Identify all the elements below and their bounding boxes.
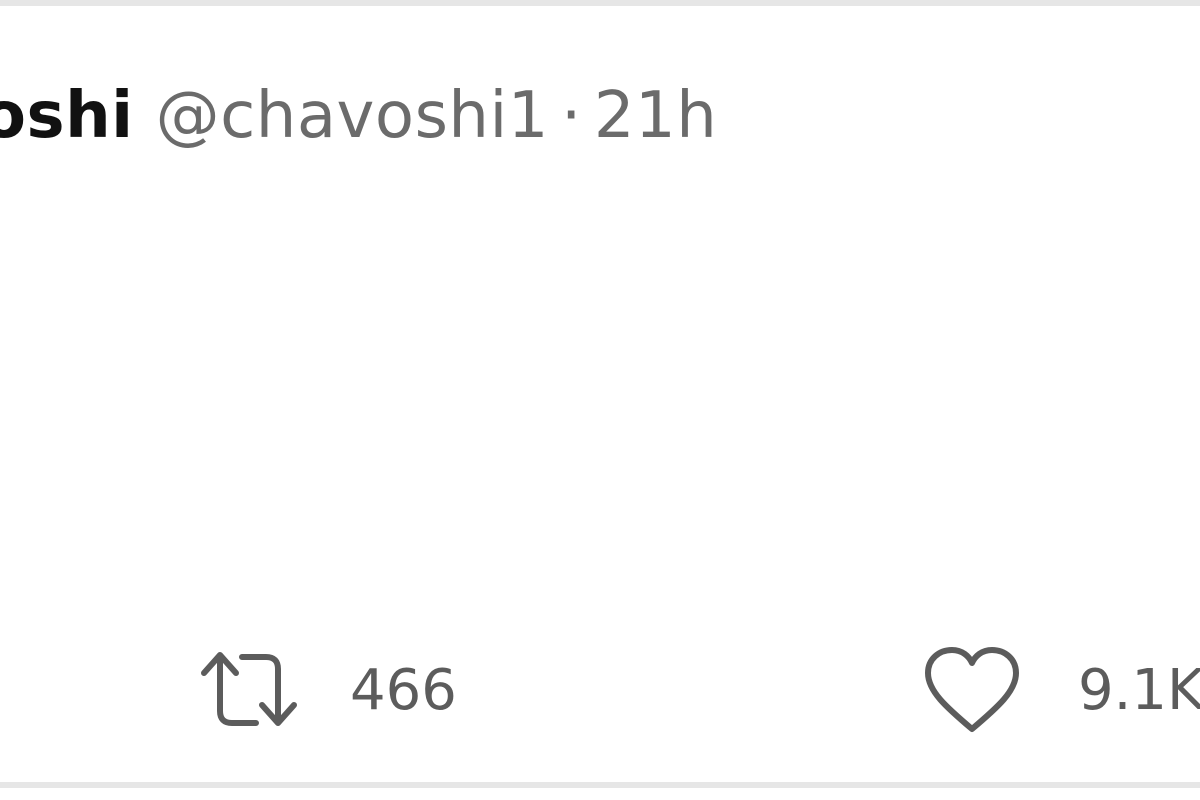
heart-icon bbox=[922, 645, 1022, 735]
author-display-name[interactable]: oshi bbox=[0, 79, 134, 153]
tweet-timestamp[interactable]: 21h bbox=[594, 79, 718, 153]
tweet-card[interactable]: oshi @chavoshi1 · 21h 466 9.1K bbox=[0, 6, 1200, 782]
tweet-header: oshi @chavoshi1 · 21h bbox=[0, 76, 717, 156]
retweet-button[interactable]: 466 bbox=[198, 640, 457, 740]
header-separator: · bbox=[560, 79, 582, 153]
retweet-icon bbox=[198, 645, 298, 735]
like-count: 9.1K bbox=[1078, 657, 1200, 723]
like-button[interactable]: 9.1K bbox=[922, 640, 1200, 740]
tweet-actions: 466 9.1K bbox=[0, 640, 1200, 740]
bottom-divider bbox=[0, 782, 1200, 788]
author-handle[interactable]: @chavoshi1 bbox=[156, 79, 549, 153]
retweet-count: 466 bbox=[350, 657, 457, 723]
